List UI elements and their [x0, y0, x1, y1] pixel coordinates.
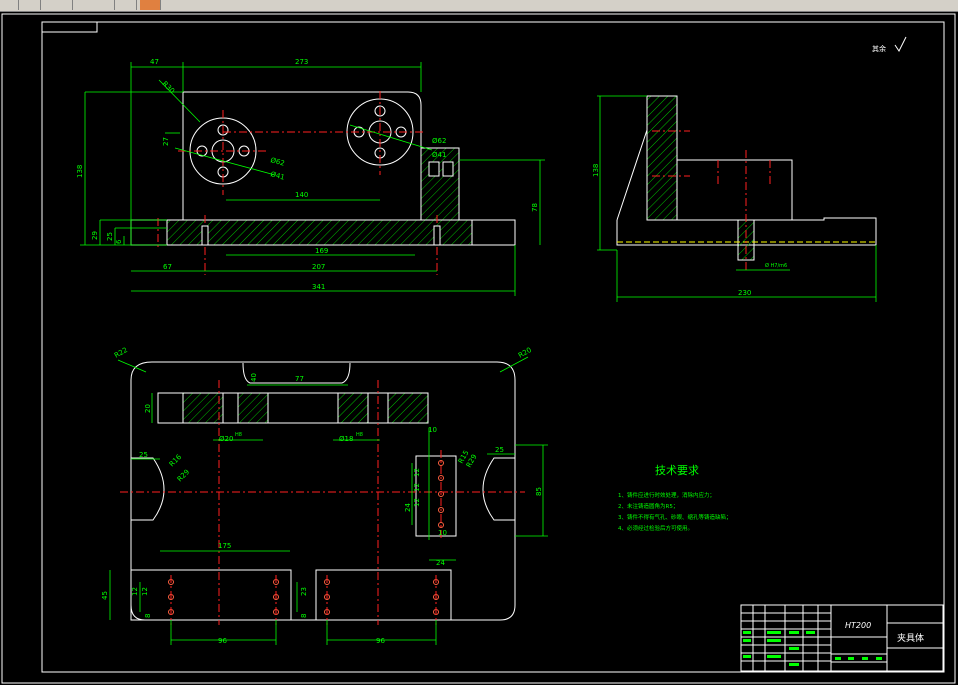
- pointer-icon[interactable]: [0, 0, 19, 10]
- svg-text:R22: R22: [113, 346, 129, 360]
- part-name-label: 夹具体: [897, 632, 924, 644]
- corner-tab: [41, 21, 98, 33]
- cad-drawing: 其余 47 273 R30 27 Ø62 Ø41 140 Ø62 Ø41 138…: [1, 13, 956, 684]
- svg-text:78: 78: [531, 203, 539, 212]
- svg-text:25: 25: [139, 451, 148, 459]
- svg-text:207: 207: [312, 263, 325, 271]
- front-view-labels: 47 273 R30 27 Ø62 Ø41 140 Ø62 Ø41 138 29…: [76, 58, 539, 291]
- svg-text:138: 138: [76, 165, 84, 178]
- svg-text:27: 27: [162, 137, 170, 146]
- svg-text:Ø62: Ø62: [269, 156, 285, 167]
- layer-state-icon[interactable]: [42, 0, 73, 10]
- cursor-icon[interactable]: [116, 0, 137, 10]
- svg-text:6: 6: [115, 239, 123, 244]
- svg-text:45: 45: [101, 591, 109, 600]
- svg-text:R29: R29: [176, 468, 191, 483]
- top-view-dimensions: [109, 356, 548, 645]
- roughness-label: 其余: [872, 44, 886, 53]
- svg-text:8: 8: [144, 614, 152, 618]
- tech-title: 技术要求: [655, 464, 699, 477]
- tech-item: 4、必须经过检验后方可使用。: [618, 524, 693, 532]
- tech-item: 3、铸件不得有气孔、砂眼、缩孔等铸造缺陷；: [618, 513, 732, 521]
- svg-text:273: 273: [295, 58, 308, 66]
- layer-icon[interactable]: [20, 0, 41, 10]
- svg-text:12: 12: [413, 483, 421, 492]
- svg-text:R30: R30: [161, 80, 176, 95]
- svg-text:10: 10: [438, 529, 447, 537]
- side-view-dimensions: [597, 95, 877, 302]
- svg-text:Ø20: Ø20: [219, 435, 233, 443]
- top-view-labels: R22 R20 40 77 20 Ø20 H8 Ø18 H8 25 R16 R2…: [101, 346, 543, 645]
- inner-frame: [41, 21, 945, 673]
- svg-text:230: 230: [738, 289, 751, 297]
- side-view: [616, 95, 877, 272]
- top-view: [120, 361, 525, 625]
- tech-requirements: 技术要求 1、铸件应进行时效处理，消除内应力； 2、未注铸造圆角为R5； 3、铸…: [618, 464, 732, 532]
- paint-icon[interactable]: [140, 0, 161, 10]
- svg-text:67: 67: [163, 263, 172, 271]
- svg-text:85: 85: [535, 487, 543, 496]
- svg-text:Ø18: Ø18: [339, 435, 353, 443]
- svg-text:10: 10: [428, 426, 437, 434]
- svg-text:47: 47: [150, 58, 159, 66]
- svg-text:Ø62: Ø62: [432, 137, 446, 145]
- svg-text:H8: H8: [356, 432, 363, 438]
- svg-text:Ø41: Ø41: [269, 170, 285, 181]
- svg-text:96: 96: [376, 637, 385, 645]
- svg-text:24: 24: [436, 559, 445, 567]
- svg-text:29: 29: [91, 231, 99, 240]
- arrow-icon[interactable]: [74, 0, 115, 10]
- svg-text:96: 96: [218, 637, 227, 645]
- front-view-dimensions: [80, 62, 545, 296]
- svg-text:23: 23: [300, 587, 308, 596]
- tech-item: 1、铸件应进行时效处理，消除内应力；: [618, 491, 715, 499]
- material-label: HT200: [845, 621, 871, 630]
- svg-text:12: 12: [141, 587, 149, 596]
- svg-text:H8: H8: [235, 432, 242, 438]
- toolbar: [0, 0, 958, 12]
- svg-text:138: 138: [592, 164, 600, 177]
- title-block: HT200 夹具体: [740, 604, 944, 672]
- svg-text:8: 8: [300, 614, 308, 618]
- svg-text:341: 341: [312, 283, 325, 291]
- tech-item: 2、未注铸造圆角为R5；: [618, 502, 678, 510]
- svg-text:24: 24: [404, 503, 412, 512]
- outer-border: [1, 13, 956, 684]
- svg-text:12: 12: [413, 468, 421, 477]
- svg-text:12: 12: [413, 498, 421, 507]
- svg-text:175: 175: [218, 542, 231, 550]
- svg-text:25: 25: [495, 446, 504, 454]
- side-view-labels: 138 230 Ø H7/m6: [592, 164, 787, 297]
- svg-text:20: 20: [144, 404, 152, 413]
- svg-text:25: 25: [106, 232, 114, 241]
- svg-text:R20: R20: [517, 346, 533, 360]
- svg-text:12: 12: [131, 587, 139, 596]
- svg-text:Ø41: Ø41: [432, 151, 446, 159]
- svg-text:140: 140: [295, 191, 308, 199]
- svg-text:77: 77: [295, 375, 304, 383]
- roughness-symbol-icon: [894, 36, 907, 52]
- svg-text:R16: R16: [168, 453, 184, 469]
- svg-text:40: 40: [250, 373, 258, 382]
- svg-text:Ø H7/m6: Ø H7/m6: [765, 262, 787, 269]
- svg-text:169: 169: [315, 247, 328, 255]
